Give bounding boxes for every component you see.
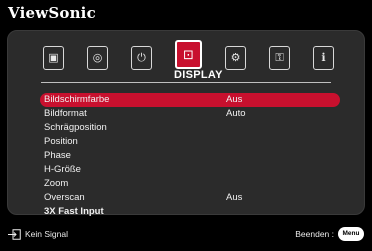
menu-item-label: Zoom: [44, 178, 69, 189]
tab-divider: [41, 82, 331, 83]
tab-settings-icon[interactable]: ⚙: [225, 46, 246, 70]
osd-panel: ▣ ◎ ⏻ ⊡ ⚙ ⚿ ℹ DISPLAY Bildschirmfarbe Au…: [7, 30, 365, 217]
menu-list: Bildschirmfarbe Aus Bildformat Auto Schr…: [40, 93, 340, 219]
menu-item-label: Schrägposition: [44, 122, 107, 133]
menu-item-label: Bildschirmfarbe: [44, 94, 110, 105]
menu-item-position[interactable]: Position: [40, 135, 340, 149]
tab-picture-icon[interactable]: ▣: [43, 46, 64, 70]
tab-advanced-icon[interactable]: ⚿: [269, 46, 290, 70]
menu-item-label: Phase: [44, 150, 71, 161]
menu-item-phase[interactable]: Phase: [40, 149, 340, 163]
menu-item-label: H-Größe: [44, 164, 81, 175]
exit-hint: Beenden :: [295, 229, 334, 239]
menu-item-zoom[interactable]: Zoom: [40, 177, 340, 191]
brand-logo: ViewSonic: [8, 4, 96, 22]
menu-item-label: Position: [44, 136, 78, 147]
tab-color-icon[interactable]: ◎: [87, 46, 108, 70]
menu-item-bildformat[interactable]: Bildformat Auto: [40, 107, 340, 121]
menu-item-label: Overscan: [44, 192, 85, 203]
active-tab-label: DISPLAY: [174, 69, 223, 81]
menu-item-schraegposition[interactable]: Schrägposition: [40, 121, 340, 135]
tab-display-icon[interactable]: ⊡: [175, 40, 202, 69]
menu-item-3x-fast-input[interactable]: 3X Fast Input: [40, 205, 340, 219]
tab-power-icon[interactable]: ⏻: [131, 46, 152, 70]
status-footer: Kein Signal Beenden : Menu: [0, 225, 372, 245]
menu-item-value: Aus: [226, 94, 243, 105]
menu-item-label: Bildformat: [44, 108, 87, 119]
menu-item-bildschirmfarbe[interactable]: Bildschirmfarbe Aus: [40, 93, 340, 107]
signal-status: Kein Signal: [25, 229, 69, 239]
menu-item-h-groesse[interactable]: H-Größe: [40, 163, 340, 177]
menu-item-value: Aus: [226, 192, 243, 203]
input-source-icon: [8, 229, 21, 240]
menu-item-value: Auto: [226, 108, 246, 119]
tab-info-icon[interactable]: ℹ: [313, 46, 334, 70]
menu-item-label: 3X Fast Input: [44, 206, 104, 217]
menu-item-overscan[interactable]: Overscan Aus: [40, 191, 340, 205]
tab-bar: ▣ ◎ ⏻ ⊡ ⚙ ⚿ ℹ DISPLAY: [18, 40, 358, 81]
menu-button[interactable]: Menu: [338, 227, 364, 241]
